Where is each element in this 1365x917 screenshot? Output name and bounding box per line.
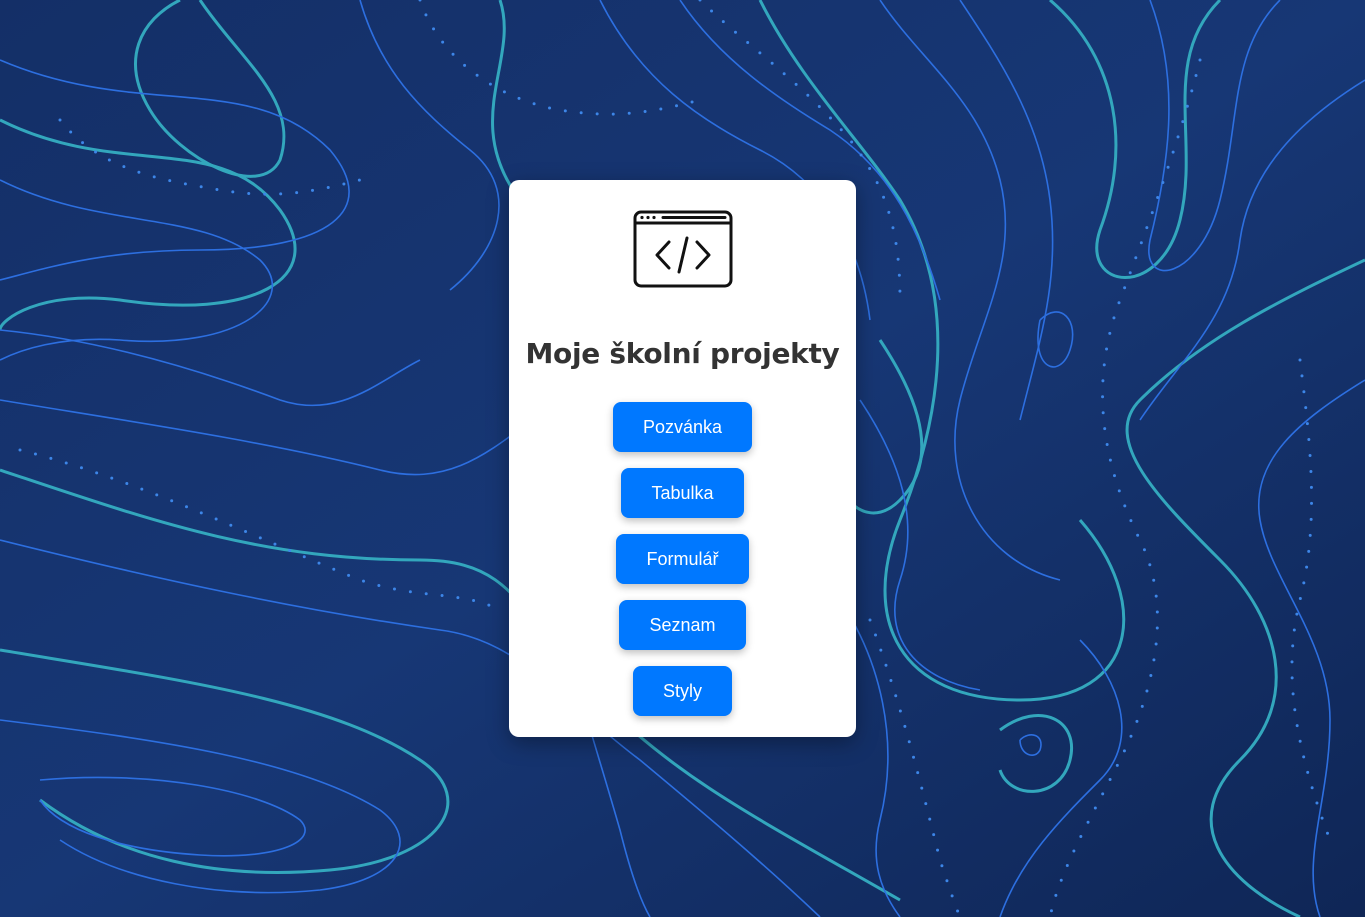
styly-button[interactable]: Styly — [633, 666, 732, 716]
page-title: Moje školní projekty — [525, 337, 840, 370]
formular-button[interactable]: Formulář — [616, 534, 749, 584]
projects-card: Moje školní projekty Pozvánka Tabulka Fo… — [509, 180, 856, 737]
tabulka-button[interactable]: Tabulka — [621, 468, 744, 518]
browser-code-icon — [633, 210, 733, 288]
seznam-button[interactable]: Seznam — [619, 600, 746, 650]
pozvanka-button[interactable]: Pozvánka — [613, 402, 752, 452]
